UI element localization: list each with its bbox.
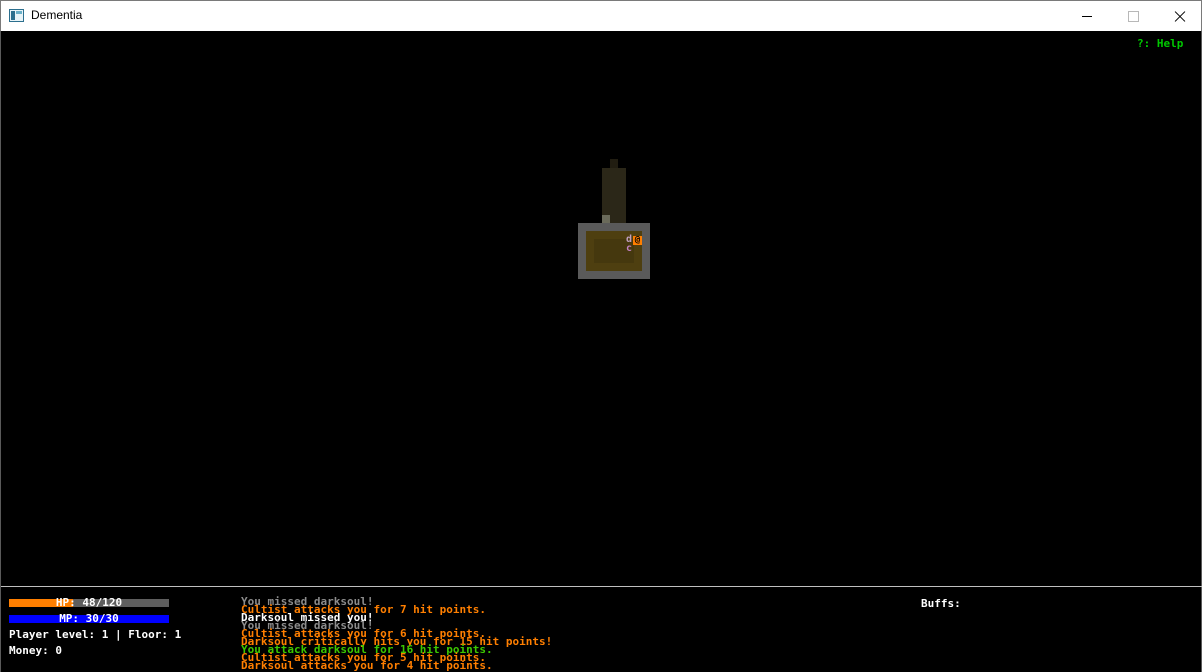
level-floor-label: Player level: 1 | Floor: 1 [9, 628, 182, 641]
hud-divider [1, 586, 1202, 587]
cultist-monster[interactable]: c [626, 244, 632, 254]
app-icon [9, 9, 24, 22]
money-label: Money: 0 [9, 644, 62, 657]
log-line: Darksoul attacks you for 4 hit points. [241, 659, 493, 672]
player-character[interactable]: @ [633, 236, 642, 245]
title-bar: Dementia [0, 0, 1202, 31]
corridor-top [610, 159, 618, 168]
game-viewport[interactable]: ?: Help d @ c [0, 31, 1202, 672]
maximize-button[interactable] [1110, 1, 1156, 31]
window-title: Dementia [31, 8, 83, 22]
hp-label: HP: 48/120 [55, 596, 123, 609]
close-button[interactable] [1156, 1, 1202, 31]
dungeon-map[interactable]: d @ c [1, 31, 1202, 617]
mp-bar: MP: 30/30 [9, 612, 169, 625]
mp-label: MP: 30/30 [59, 612, 119, 625]
hp-bar: HP: 48/120 [9, 596, 169, 609]
buffs-label: Buffs: [921, 597, 961, 610]
minimize-button[interactable] [1064, 1, 1110, 31]
message-log: You missed darksoul! Cultist attacks you … [241, 596, 901, 672]
